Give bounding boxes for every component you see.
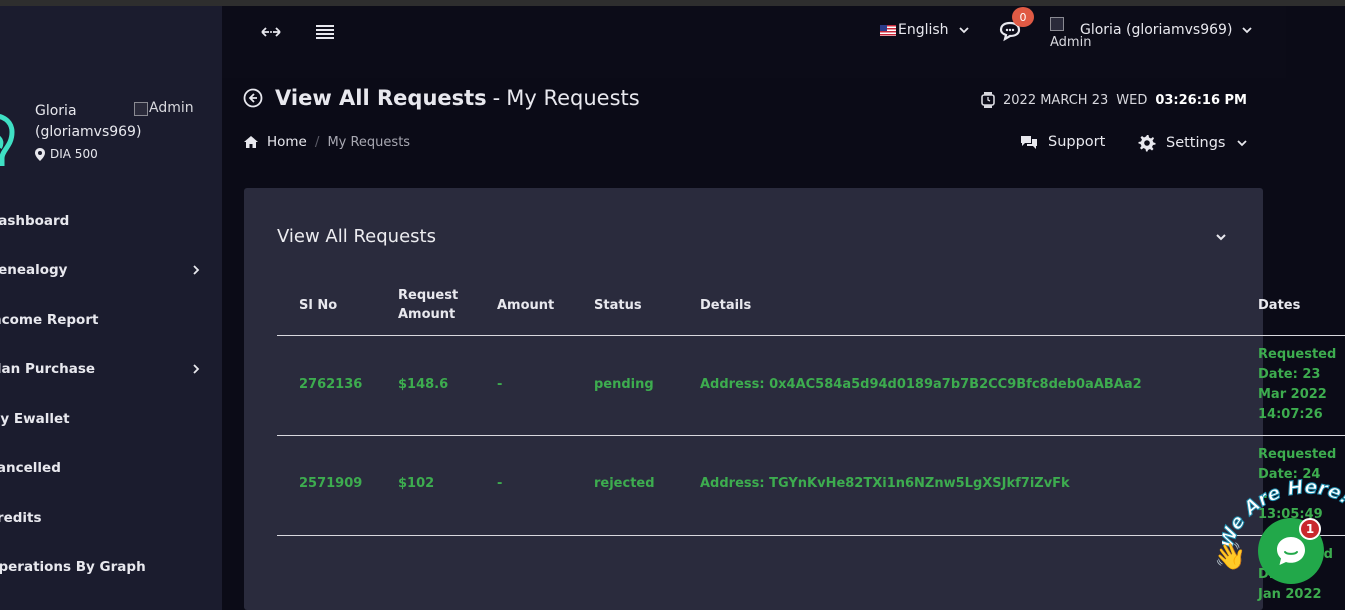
support-chat-icon (1021, 136, 1037, 149)
collapse-chevron-icon[interactable] (1214, 230, 1228, 244)
sidebar-item-label: Dashboard (0, 212, 70, 229)
chevron-down-icon (1237, 140, 1248, 147)
sidebar-item-my-ewallet[interactable]: My Ewallet (0, 394, 222, 444)
cell-amount: - (497, 377, 503, 392)
cell-request-amount: $102 (398, 476, 435, 491)
cell-status: pending (594, 377, 654, 392)
us-flag-icon (880, 24, 896, 36)
cell-request-amount: $148.6 (398, 377, 449, 392)
waving-hand-icon: 👋 (1214, 542, 1247, 572)
table-divider (277, 535, 1345, 536)
menu-toggle-icon[interactable] (314, 22, 336, 42)
settings-label: Settings (1166, 135, 1226, 151)
time-label: 03:26:16 PM (1155, 92, 1247, 108)
sidebar-nav: Dashboard Genealogy Income Report Plan P… (0, 196, 222, 592)
avatar (0, 114, 15, 166)
sidebar-item-dashboard[interactable]: Dashboard (0, 196, 222, 246)
profile-location: DIA 500 (35, 147, 98, 161)
support-button[interactable]: Support (1020, 134, 1105, 150)
profile-admin-image: Admin (134, 100, 194, 116)
column-header-details: Details (700, 298, 752, 313)
page-title-sub: My Requests (506, 86, 640, 110)
user-name-label: Gloria (gloriamvs969) (1080, 22, 1233, 38)
sidebar-item-cancelled[interactable]: Cancelled (0, 444, 222, 494)
page-title-main: View All Requests (275, 86, 487, 110)
notification-badge: 0 (1012, 7, 1034, 27)
gear-icon (1138, 135, 1156, 152)
sidebar-item-label: Cancelled (0, 460, 61, 477)
language-selector[interactable]: English (880, 22, 971, 38)
sidebar-item-plan-purchase[interactable]: Plan Purchase (0, 345, 222, 395)
column-header-amount: Amount (497, 298, 555, 313)
table-divider (277, 335, 1345, 336)
expand-arrows-icon[interactable] (260, 22, 282, 42)
chat-bubble-icon (1277, 537, 1305, 565)
column-header-sl-no: Sl No (299, 298, 338, 313)
chevron-right-icon (193, 265, 200, 275)
chevron-down-icon (1242, 27, 1253, 34)
map-pin-icon (35, 147, 45, 161)
column-header-request-amount: Request Amount (398, 288, 459, 322)
profile-name: Gloria (gloriamvs969) (35, 103, 142, 140)
profile-location-label: DIA 500 (50, 147, 98, 161)
user-menu[interactable]: Gloria (gloriamvs969) (1080, 22, 1254, 38)
language-label: English (898, 22, 949, 38)
breadcrumb: Home / My Requests (243, 134, 410, 150)
cell-dates-fragment: Jan 2022 (1258, 587, 1322, 602)
cell-sl-no: 2762136 (299, 377, 363, 392)
day-label: WED (1116, 92, 1148, 108)
sidebar-item-income-report[interactable]: Income Report (0, 295, 222, 345)
page-title-separator: - (492, 86, 501, 110)
sidebar-item-operations-by-graph[interactable]: Operations By Graph (0, 543, 222, 593)
sidebar-item-label: Genealogy (0, 262, 68, 279)
breadcrumb-home[interactable]: Home (267, 134, 307, 150)
support-label: Support (1048, 134, 1106, 150)
sidebar-item-label: My Ewallet (0, 410, 70, 427)
chevron-down-icon (958, 27, 969, 34)
broken-image-icon (1050, 17, 1064, 31)
settings-dropdown[interactable]: Settings (1138, 134, 1249, 152)
sidebar-item-label: Operations By Graph (0, 559, 146, 576)
broken-image-icon (134, 102, 148, 116)
breadcrumb-separator: / (314, 134, 320, 150)
chevron-right-icon (193, 364, 200, 374)
chat-unread-badge: 1 (1299, 518, 1321, 540)
date-time-display: 2022 MARCH 23 WED 03:26:16 PM (981, 92, 1247, 108)
cell-amount: - (497, 476, 503, 491)
cell-details: Address: 0x4AC584a5d94d0189a7b7B2CC9Bfc8… (700, 377, 1142, 392)
sidebar-item-label: Plan Purchase (0, 361, 96, 378)
requests-card: View All Requests (244, 188, 1263, 610)
topbar: English 0 Admin Gloria (gloriamvs969) (222, 6, 1286, 78)
sidebar-item-label: Income Report (0, 311, 99, 328)
sidebar-item-credits[interactable]: Credits (0, 493, 222, 543)
watch-icon (981, 92, 995, 108)
sidebar-item-genealogy[interactable]: Genealogy (0, 246, 222, 296)
date-label: 2022 MARCH 23 (1003, 92, 1109, 108)
table-divider (277, 435, 1345, 436)
cell-status: rejected (594, 476, 655, 491)
home-icon (244, 136, 258, 148)
page-title: View All Requests - My Requests (243, 86, 640, 110)
back-arrow-icon[interactable] (243, 88, 263, 108)
column-header-status: Status (594, 298, 642, 313)
sidebar: Gloria (gloriamvs969) Admin DIA 500 Dash… (0, 6, 222, 610)
cell-dates: Requested Date: 23 Mar 2022 14:07:26 (1258, 347, 1337, 422)
profile-admin-alt: Admin (149, 100, 194, 116)
card-title: View All Requests (277, 226, 436, 247)
sidebar-item-label: Credits (0, 509, 42, 526)
cell-details: Address: TGYnKvHe82TXi1n6NZnw5LgXSJkf7iZ… (700, 476, 1070, 491)
cell-sl-no: 2571909 (299, 476, 363, 491)
breadcrumb-current: My Requests (327, 134, 411, 150)
column-header-dates: Dates (1258, 298, 1301, 313)
